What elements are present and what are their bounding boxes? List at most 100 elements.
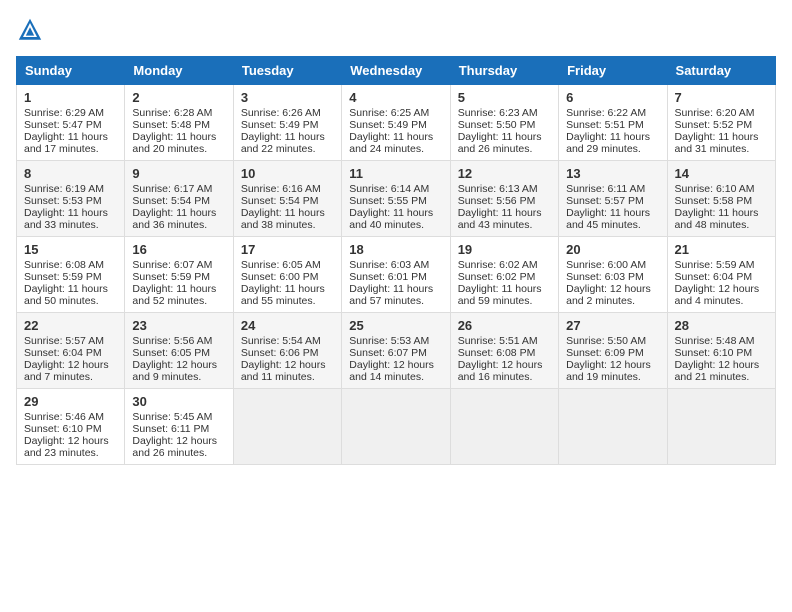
day-info-line: Sunrise: 5:54 AM: [241, 335, 334, 347]
day-info-line: Sunrise: 6:25 AM: [349, 107, 442, 119]
day-info-line: and 11 minutes.: [241, 371, 334, 383]
day-number: 16: [132, 242, 225, 257]
day-info-line: Daylight: 12 hours: [675, 359, 768, 371]
calendar-day-cell: [559, 389, 667, 465]
calendar-day-cell: 2Sunrise: 6:28 AMSunset: 5:48 PMDaylight…: [125, 85, 233, 161]
day-info-line: and 38 minutes.: [241, 219, 334, 231]
day-number: 11: [349, 166, 442, 181]
day-number: 20: [566, 242, 659, 257]
day-info-line: and 50 minutes.: [24, 295, 117, 307]
day-info-line: Sunset: 6:04 PM: [24, 347, 117, 359]
calendar-day-header: Thursday: [450, 57, 558, 85]
day-number: 28: [675, 318, 768, 333]
day-number: 21: [675, 242, 768, 257]
calendar-day-header: Tuesday: [233, 57, 341, 85]
calendar-week-row: 15Sunrise: 6:08 AMSunset: 5:59 PMDayligh…: [17, 237, 776, 313]
day-info-line: and 19 minutes.: [566, 371, 659, 383]
day-info-line: Sunrise: 6:00 AM: [566, 259, 659, 271]
day-info-line: Daylight: 11 hours: [349, 283, 442, 295]
day-number: 12: [458, 166, 551, 181]
day-info-line: Daylight: 12 hours: [458, 359, 551, 371]
calendar-week-row: 1Sunrise: 6:29 AMSunset: 5:47 PMDaylight…: [17, 85, 776, 161]
calendar-day-cell: 10Sunrise: 6:16 AMSunset: 5:54 PMDayligh…: [233, 161, 341, 237]
day-info-line: and 26 minutes.: [458, 143, 551, 155]
day-info-line: Daylight: 11 hours: [24, 207, 117, 219]
day-info-line: Sunset: 6:09 PM: [566, 347, 659, 359]
day-info-line: Daylight: 11 hours: [24, 283, 117, 295]
calendar-day-cell: [667, 389, 775, 465]
calendar-day-cell: 21Sunrise: 5:59 AMSunset: 6:04 PMDayligh…: [667, 237, 775, 313]
day-info-line: Sunrise: 5:56 AM: [132, 335, 225, 347]
day-number: 8: [24, 166, 117, 181]
day-info-line: and 2 minutes.: [566, 295, 659, 307]
calendar-day-header: Friday: [559, 57, 667, 85]
day-number: 5: [458, 90, 551, 105]
day-info-line: Sunrise: 6:05 AM: [241, 259, 334, 271]
calendar-day-cell: 4Sunrise: 6:25 AMSunset: 5:49 PMDaylight…: [342, 85, 450, 161]
day-info-line: and 22 minutes.: [241, 143, 334, 155]
day-info-line: Sunrise: 5:50 AM: [566, 335, 659, 347]
calendar-day-cell: 20Sunrise: 6:00 AMSunset: 6:03 PMDayligh…: [559, 237, 667, 313]
day-info-line: Sunrise: 6:11 AM: [566, 183, 659, 195]
day-info-line: Daylight: 11 hours: [349, 207, 442, 219]
day-info-line: Sunset: 5:58 PM: [675, 195, 768, 207]
day-info-line: Sunset: 5:50 PM: [458, 119, 551, 131]
day-info-line: and 55 minutes.: [241, 295, 334, 307]
calendar-day-cell: 23Sunrise: 5:56 AMSunset: 6:05 PMDayligh…: [125, 313, 233, 389]
day-number: 25: [349, 318, 442, 333]
calendar-day-cell: 24Sunrise: 5:54 AMSunset: 6:06 PMDayligh…: [233, 313, 341, 389]
day-info-line: Sunset: 6:10 PM: [24, 423, 117, 435]
calendar-day-cell: [342, 389, 450, 465]
day-info-line: Daylight: 11 hours: [675, 131, 768, 143]
calendar-day-header: Sunday: [17, 57, 125, 85]
day-info-line: Sunset: 6:11 PM: [132, 423, 225, 435]
day-info-line: Daylight: 12 hours: [24, 435, 117, 447]
calendar-day-cell: 9Sunrise: 6:17 AMSunset: 5:54 PMDaylight…: [125, 161, 233, 237]
calendar-day-cell: 18Sunrise: 6:03 AMSunset: 6:01 PMDayligh…: [342, 237, 450, 313]
calendar-day-cell: 8Sunrise: 6:19 AMSunset: 5:53 PMDaylight…: [17, 161, 125, 237]
day-info-line: Daylight: 11 hours: [241, 207, 334, 219]
day-info-line: Sunrise: 6:02 AM: [458, 259, 551, 271]
day-info-line: Sunrise: 6:28 AM: [132, 107, 225, 119]
day-info-line: Sunrise: 6:14 AM: [349, 183, 442, 195]
calendar-day-cell: 29Sunrise: 5:46 AMSunset: 6:10 PMDayligh…: [17, 389, 125, 465]
day-info-line: Sunset: 6:07 PM: [349, 347, 442, 359]
day-info-line: and 33 minutes.: [24, 219, 117, 231]
day-info-line: and 57 minutes.: [349, 295, 442, 307]
calendar-day-cell: 7Sunrise: 6:20 AMSunset: 5:52 PMDaylight…: [667, 85, 775, 161]
calendar-day-cell: 19Sunrise: 6:02 AMSunset: 6:02 PMDayligh…: [450, 237, 558, 313]
calendar-day-cell: [450, 389, 558, 465]
day-info-line: Daylight: 12 hours: [241, 359, 334, 371]
day-info-line: Sunrise: 6:13 AM: [458, 183, 551, 195]
day-info-line: and 40 minutes.: [349, 219, 442, 231]
calendar-day-cell: 14Sunrise: 6:10 AMSunset: 5:58 PMDayligh…: [667, 161, 775, 237]
day-info-line: Sunset: 5:47 PM: [24, 119, 117, 131]
day-info-line: Sunrise: 6:20 AM: [675, 107, 768, 119]
day-number: 19: [458, 242, 551, 257]
day-info-line: Sunrise: 6:22 AM: [566, 107, 659, 119]
day-info-line: and 59 minutes.: [458, 295, 551, 307]
day-info-line: Daylight: 12 hours: [132, 435, 225, 447]
day-info-line: Daylight: 11 hours: [458, 207, 551, 219]
day-info-line: Daylight: 12 hours: [349, 359, 442, 371]
day-info-line: Daylight: 11 hours: [349, 131, 442, 143]
calendar-day-cell: 17Sunrise: 6:05 AMSunset: 6:00 PMDayligh…: [233, 237, 341, 313]
day-info-line: Sunset: 6:03 PM: [566, 271, 659, 283]
day-number: 17: [241, 242, 334, 257]
day-info-line: Sunset: 6:05 PM: [132, 347, 225, 359]
day-info-line: and 48 minutes.: [675, 219, 768, 231]
day-info-line: and 7 minutes.: [24, 371, 117, 383]
calendar-day-cell: 13Sunrise: 6:11 AMSunset: 5:57 PMDayligh…: [559, 161, 667, 237]
day-info-line: Sunrise: 6:17 AM: [132, 183, 225, 195]
day-info-line: Sunrise: 5:48 AM: [675, 335, 768, 347]
day-number: 15: [24, 242, 117, 257]
day-info-line: Sunset: 5:59 PM: [24, 271, 117, 283]
day-info-line: Sunrise: 5:57 AM: [24, 335, 117, 347]
calendar-day-cell: 15Sunrise: 6:08 AMSunset: 5:59 PMDayligh…: [17, 237, 125, 313]
day-info-line: and 16 minutes.: [458, 371, 551, 383]
calendar-day-cell: 1Sunrise: 6:29 AMSunset: 5:47 PMDaylight…: [17, 85, 125, 161]
day-info-line: and 14 minutes.: [349, 371, 442, 383]
calendar-day-cell: 3Sunrise: 6:26 AMSunset: 5:49 PMDaylight…: [233, 85, 341, 161]
day-info-line: and 52 minutes.: [132, 295, 225, 307]
day-number: 7: [675, 90, 768, 105]
